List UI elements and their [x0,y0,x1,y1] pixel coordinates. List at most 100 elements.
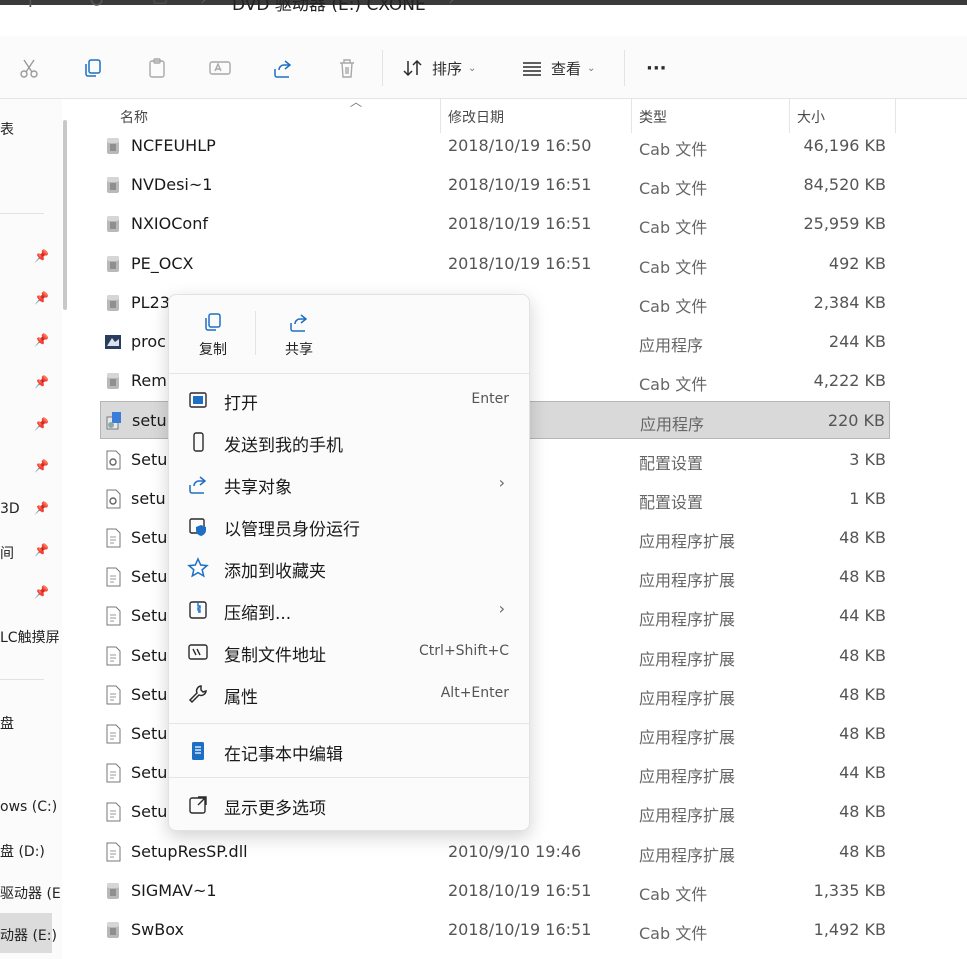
up-arrow-icon[interactable]: ↑ [22,0,39,12]
file-date: 2018/10/19 16:51 [448,253,592,273]
file-type: 应用程序扩展 [639,571,736,591]
this-pc-icon[interactable]: ▭ [152,0,168,10]
sidebar-fragment[interactable]: 盘 [0,713,14,733]
share-icon [290,314,308,332]
sort-button[interactable]: 排序 ⌄ [402,54,476,82]
file-row[interactable]: SwBox 2018/10/19 16:51 Cab 文件 1,492 KB [100,911,890,949]
column-name[interactable]: 名称 [120,107,148,127]
menu-item-label: 添加到收藏夹 [224,562,326,582]
sidebar-scrollbar[interactable] [63,120,67,310]
dll-icon [104,763,122,783]
file-size: 48 KB [839,841,886,861]
file-name: setu [131,488,166,508]
menu-item-properties[interactable]: 属性 Alt+Enter [169,673,529,715]
file-date: 2018/10/19 16:50 [448,136,592,155]
dll-icon [104,567,122,587]
share-button[interactable] [272,54,294,82]
file-row[interactable]: NXIOConf 2018/10/19 16:51 Cab 文件 25,959 KB [100,205,890,243]
dll-icon [104,724,122,744]
sidebar-fragment[interactable]: LC触摸屏 [0,627,60,647]
more-options-button[interactable]: ··· [646,54,667,82]
column-type[interactable]: 类型 [639,107,667,127]
file-type: 应用程序扩展 [639,728,736,747]
more-icon: ··· [646,57,667,79]
chevron-down-icon: ⌄ [587,62,596,74]
file-name: NCFEUHLP [131,136,216,155]
file-row[interactable]: NVDesi~1 2018/10/19 16:51 Cab 文件 84,520 KB [100,166,890,204]
command-bar: 排序 ⌄ 查看 ⌄ ··· [0,36,967,99]
file-type: Cab 文件 [639,884,708,904]
file-type: Cab 文件 [639,924,708,943]
context-menu: 复制 共享 打开 Enter 发送到我的手机 共享对象 › 以管理员身份运行 添… [168,294,530,831]
delete-button[interactable] [336,54,358,82]
menu-item-send-to-phone[interactable]: 发送到我的手机 [169,421,529,463]
quick-actions: 复制 共享 [169,295,529,373]
menu-separator [169,373,529,374]
file-type: 应用程序扩展 [639,610,736,630]
file-name: SetupResSP.dll [131,841,248,861]
rename-button[interactable] [208,54,232,82]
chevron-right-icon: › [498,473,505,492]
pin-icon: 📌 [34,417,49,431]
cab-icon [104,881,122,901]
cab-icon [104,175,122,195]
sidebar-fragment[interactable]: 3D [0,501,20,517]
menu-item-edit-notepad[interactable]: 在记事本中编辑 [169,730,529,772]
dll-icon [104,606,122,626]
star-icon [187,557,209,578]
share-icon [274,60,292,78]
file-name: Setu [131,645,168,665]
notepad-icon [192,742,204,760]
sidebar-drive-c[interactable]: ows (C:) [0,799,57,815]
file-row[interactable]: NCFEUHLP 2018/10/19 16:50 Cab 文件 46,196 KB [100,127,890,165]
file-name: SwBox [131,920,184,939]
breadcrumb-chevron-icon[interactable]: › [448,0,455,10]
file-row[interactable]: PE_OCX 2018/10/19 16:51 Cab 文件 492 KB [100,245,890,283]
file-size: 48 KB [839,528,886,547]
sidebar-item-selected[interactable]: 动器 (E:) [0,913,57,953]
file-size: 2,384 KB [813,292,886,312]
pin-icon: 📌 [34,459,49,473]
menu-item-run-as-admin[interactable]: 以管理员身份运行 [169,505,529,547]
menu-separator [169,777,529,778]
file-type: 应用程序扩展 [639,649,736,669]
sidebar-divider [0,213,44,214]
column-size[interactable]: 大小 [797,107,825,127]
menu-item-share-with[interactable]: 共享对象 › [169,463,529,505]
context-share-label: 共享 [285,342,313,358]
sidebar-drive-e[interactable]: 驱动器 (E [0,883,61,903]
file-date: 2018/10/19 16:51 [448,920,592,939]
menu-item-open[interactable]: 打开 Enter [169,379,529,421]
cut-button[interactable] [18,54,40,82]
file-name: SIGMAV~1 [131,880,217,900]
sidebar-drive-d[interactable]: 盘 (D:) [0,841,45,861]
pin-icon: 📌 [34,333,49,347]
file-date: 2018/10/19 16:51 [448,175,592,195]
menu-item-show-more[interactable]: 显示更多选项 [169,784,529,826]
paste-button[interactable] [146,54,168,82]
view-button[interactable]: 查看 ⌄ [521,54,595,82]
cab-icon [104,254,122,274]
file-type: 应用程序扩展 [639,806,736,826]
file-row[interactable]: SIGMAV~1 2018/10/19 16:51 Cab 文件 1,335 KB [100,872,890,910]
column-separator[interactable] [895,99,896,133]
menu-item-copy-path[interactable]: 复制文件地址 Ctrl+Shift+C [169,631,529,673]
menu-item-compress[interactable]: 压缩到... › [169,589,529,631]
copy-button[interactable] [82,54,104,82]
menu-item-add-favorites[interactable]: 添加到收藏夹 [169,547,529,589]
cab-icon [104,293,122,313]
sidebar-fragment[interactable]: 表 [0,119,14,139]
pin-icon: 📌 [34,543,49,557]
file-type: 应用程序扩展 [639,532,736,551]
column-date[interactable]: 修改日期 [448,107,504,127]
context-share-button[interactable]: 共享 [269,309,329,365]
sidebar-fragment[interactable]: 间 [0,543,14,563]
file-name: Rem [131,371,167,391]
view-icon [523,62,541,76]
dll-icon [104,685,122,705]
file-row[interactable]: SetupResSP.dll 2010/9/10 19:46 应用程序扩展 48 KB [100,833,890,871]
context-copy-button[interactable]: 复制 [183,309,243,365]
refresh-icon[interactable]: ↻ [88,0,105,12]
file-type: Cab 文件 [639,257,708,277]
breadcrumb-location[interactable]: DVD 驱动器 (E:) CXONE [232,0,426,15]
